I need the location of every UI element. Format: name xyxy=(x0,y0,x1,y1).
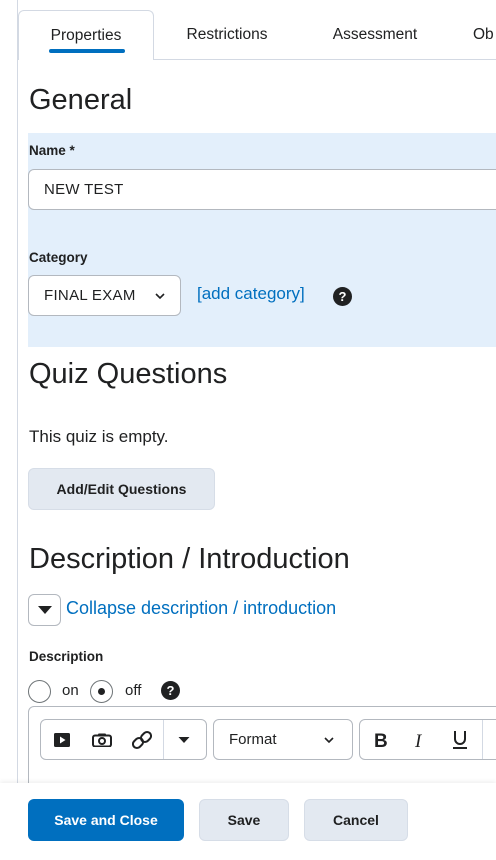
underline-button[interactable] xyxy=(440,720,480,759)
video-icon xyxy=(54,732,70,747)
more-insert-dropdown[interactable] xyxy=(164,720,204,759)
general-heading: General xyxy=(29,84,133,116)
add-edit-questions-button[interactable]: Add/Edit Questions xyxy=(28,468,215,510)
radio-off[interactable] xyxy=(90,680,113,703)
required-asterisk: * xyxy=(69,143,75,158)
insert-link-button[interactable] xyxy=(122,720,162,759)
name-input-value: NEW TEST xyxy=(44,181,124,198)
description-label: Description xyxy=(29,649,104,664)
svg-text:I: I xyxy=(414,731,423,749)
quiz-empty-text: This quiz is empty. xyxy=(29,427,169,446)
name-label-text: Name xyxy=(29,143,66,158)
description-heading: Description / Introduction xyxy=(29,543,350,575)
save-button[interactable]: Save xyxy=(199,799,289,841)
format-select-label: Format xyxy=(229,731,277,748)
insert-video-button[interactable] xyxy=(42,720,82,759)
italic-button[interactable]: I xyxy=(400,720,440,759)
radio-off-label: off xyxy=(125,682,142,699)
italic-icon: I xyxy=(414,731,423,749)
camera-icon xyxy=(92,733,112,747)
tab-restrictions[interactable]: Restrictions xyxy=(168,10,286,60)
description-help-icon[interactable]: ? xyxy=(161,681,180,700)
text-style-toolbar-group: B I xyxy=(359,719,496,760)
name-input[interactable]: NEW TEST xyxy=(28,169,496,210)
tab-properties-label: Properties xyxy=(50,26,122,44)
save-and-close-button[interactable]: Save and Close xyxy=(28,799,184,841)
caret-down-icon xyxy=(37,606,52,614)
add-category-link[interactable]: [add category] xyxy=(197,284,305,304)
category-label: Category xyxy=(29,250,88,265)
tab-restrictions-label: Restrictions xyxy=(186,26,268,43)
format-select[interactable]: Format xyxy=(213,719,353,760)
category-select[interactable]: FINAL EXAM xyxy=(28,275,181,316)
insert-image-button[interactable] xyxy=(82,720,122,759)
bold-icon: B xyxy=(374,731,388,749)
link-icon xyxy=(132,730,152,749)
collapse-toggle-button[interactable] xyxy=(28,594,61,626)
bold-button[interactable]: B xyxy=(360,720,400,759)
tab-properties[interactable]: Properties xyxy=(18,10,154,60)
chevron-down-icon xyxy=(324,737,334,744)
help-icon[interactable]: ? xyxy=(333,287,352,306)
toolbar-separator xyxy=(482,720,483,759)
chevron-down-icon xyxy=(155,293,165,300)
more-dropdown-icon xyxy=(178,736,190,743)
underline-icon xyxy=(453,730,467,749)
tab-objectives-label: Ob xyxy=(473,26,494,43)
tab-active-indicator xyxy=(49,49,125,53)
tab-assessment[interactable]: Assessment xyxy=(318,10,432,60)
tab-bar: Properties Restrictions Assessment Ob xyxy=(18,10,496,60)
cancel-button[interactable]: Cancel xyxy=(304,799,408,841)
collapse-description-link[interactable]: Collapse description / introduction xyxy=(66,598,336,619)
radio-on-label: on xyxy=(62,682,79,699)
name-label: Name * xyxy=(29,143,75,158)
svg-text:B: B xyxy=(374,731,388,749)
radio-on[interactable] xyxy=(28,680,51,703)
tab-objectives[interactable]: Ob xyxy=(473,10,496,60)
tab-assessment-label: Assessment xyxy=(332,26,418,43)
left-border xyxy=(17,0,18,790)
category-select-value: FINAL EXAM xyxy=(44,287,136,304)
quiz-questions-heading: Quiz Questions xyxy=(29,358,228,390)
insert-toolbar-group xyxy=(40,719,207,760)
